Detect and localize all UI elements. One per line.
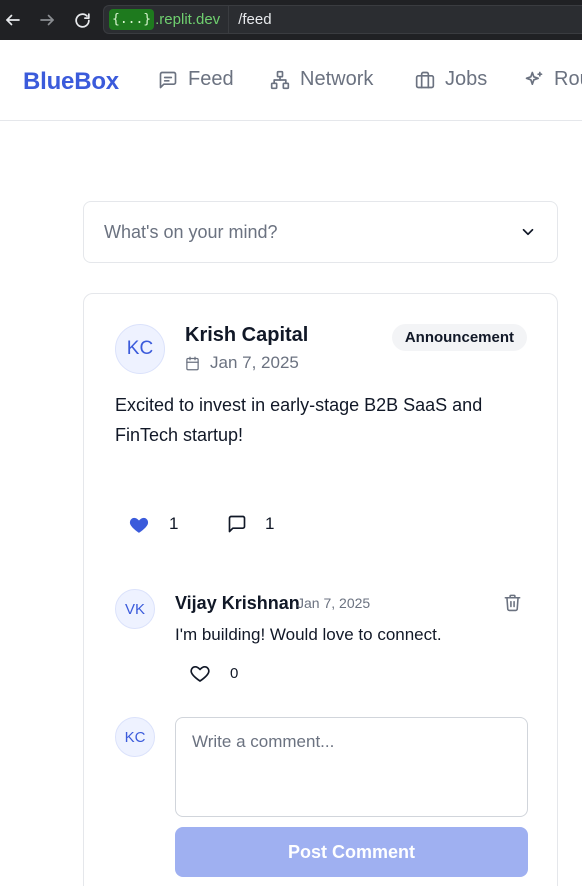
nav-item-label: Rou bbox=[554, 68, 582, 90]
brand-logo[interactable]: BlueBox bbox=[23, 68, 119, 96]
post-body: Excited to invest in early-stage B2B Saa… bbox=[115, 395, 483, 445]
calendar-icon bbox=[186, 356, 199, 370]
post-author-name[interactable]: Krish Capital bbox=[185, 324, 308, 347]
post-composer-toggle[interactable]: What's on your mind? bbox=[83, 201, 558, 263]
trash-icon bbox=[504, 594, 520, 611]
url-path: /feed bbox=[238, 11, 272, 28]
browser-toolbar: {...} .replit.dev /feed bbox=[0, 0, 582, 40]
heart-filled-icon bbox=[129, 517, 149, 533]
post-date: Jan 7, 2025 bbox=[185, 353, 299, 373]
url-divider bbox=[228, 5, 230, 34]
status-badge: Announcement bbox=[391, 324, 527, 351]
message-square-icon bbox=[159, 71, 177, 88]
nav-item-rou[interactable]: Rou bbox=[524, 68, 582, 91]
network-icon bbox=[270, 70, 290, 89]
app-header: BlueBox Feed Network Jobs Rou bbox=[0, 40, 582, 121]
like-button[interactable]: 1 bbox=[129, 514, 178, 534]
message-square-icon bbox=[228, 515, 246, 533]
back-button[interactable] bbox=[2, 9, 24, 31]
chevron-down-icon bbox=[522, 228, 534, 236]
delete-comment-button[interactable] bbox=[501, 591, 523, 613]
comment-author-name[interactable]: Vijay Krishnan bbox=[175, 593, 300, 614]
nav-item-label: Network bbox=[300, 68, 374, 90]
post-card: KC Krish Capital Jan 7, 2025 Announcemen… bbox=[83, 293, 558, 886]
arrow-left-icon bbox=[6, 14, 20, 26]
comment-text: I'm building! Would love to connect. bbox=[175, 625, 442, 644]
reload-button[interactable] bbox=[71, 9, 93, 31]
url-host: .replit.dev bbox=[155, 11, 221, 28]
sparkles-icon bbox=[525, 71, 543, 85]
nav-item-jobs[interactable]: Jobs bbox=[415, 68, 487, 91]
post-comment-button[interactable]: Post Comment bbox=[175, 827, 528, 877]
host-badge: {...} bbox=[109, 9, 155, 30]
comment-count: 1 bbox=[265, 514, 275, 533]
arrow-right-icon bbox=[40, 14, 54, 26]
briefcase-icon bbox=[415, 71, 435, 88]
nav-item-feed[interactable]: Feed bbox=[158, 68, 234, 91]
avatar[interactable]: KC bbox=[115, 324, 165, 374]
address-bar[interactable]: {...} .replit.dev /feed bbox=[103, 5, 582, 34]
avatar: KC bbox=[115, 717, 155, 757]
comment-date: Jan 7, 2025 bbox=[297, 595, 371, 611]
reload-icon bbox=[74, 12, 90, 28]
post-date-text: Jan 7, 2025 bbox=[210, 353, 299, 372]
forward-button[interactable] bbox=[36, 9, 58, 31]
composer-label: What's on your mind? bbox=[104, 221, 278, 242]
comment-like-count: 0 bbox=[230, 665, 239, 682]
comment-button[interactable]: 1 bbox=[227, 514, 274, 534]
like-count: 1 bbox=[169, 514, 179, 533]
comment-input[interactable] bbox=[175, 717, 528, 817]
avatar[interactable]: VK bbox=[115, 589, 155, 629]
nav-item-label: Feed bbox=[188, 68, 234, 90]
comment-like-button[interactable]: 0 bbox=[190, 664, 238, 683]
heart-outline-icon bbox=[190, 666, 210, 682]
nav-item-network[interactable]: Network bbox=[270, 68, 373, 91]
nav-item-label: Jobs bbox=[445, 68, 488, 90]
